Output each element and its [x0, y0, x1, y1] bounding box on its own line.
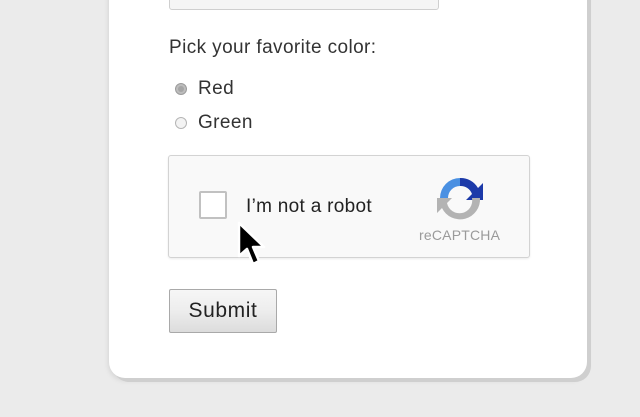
- radio-button-red[interactable]: [175, 83, 187, 95]
- radio-option-green[interactable]: Green: [175, 112, 253, 134]
- recaptcha-widget: I’m not a robot reCAPTCHA: [168, 155, 530, 258]
- recaptcha-checkbox[interactable]: [199, 191, 227, 219]
- recaptcha-label: I’m not a robot: [246, 196, 372, 217]
- mouse-pointer-icon: [237, 221, 266, 266]
- email-input[interactable]: [169, 0, 439, 10]
- color-question: Pick your favorite color:: [169, 37, 377, 58]
- radio-button-green[interactable]: [175, 117, 187, 129]
- radio-label-green: Green: [198, 112, 253, 133]
- radio-option-red[interactable]: Red: [175, 78, 234, 100]
- recaptcha-logo-icon: [437, 177, 483, 220]
- recaptcha-brand-text: reCAPTCHA: [419, 227, 501, 243]
- radio-label-red: Red: [198, 78, 235, 99]
- submit-button[interactable]: Submit: [169, 289, 277, 333]
